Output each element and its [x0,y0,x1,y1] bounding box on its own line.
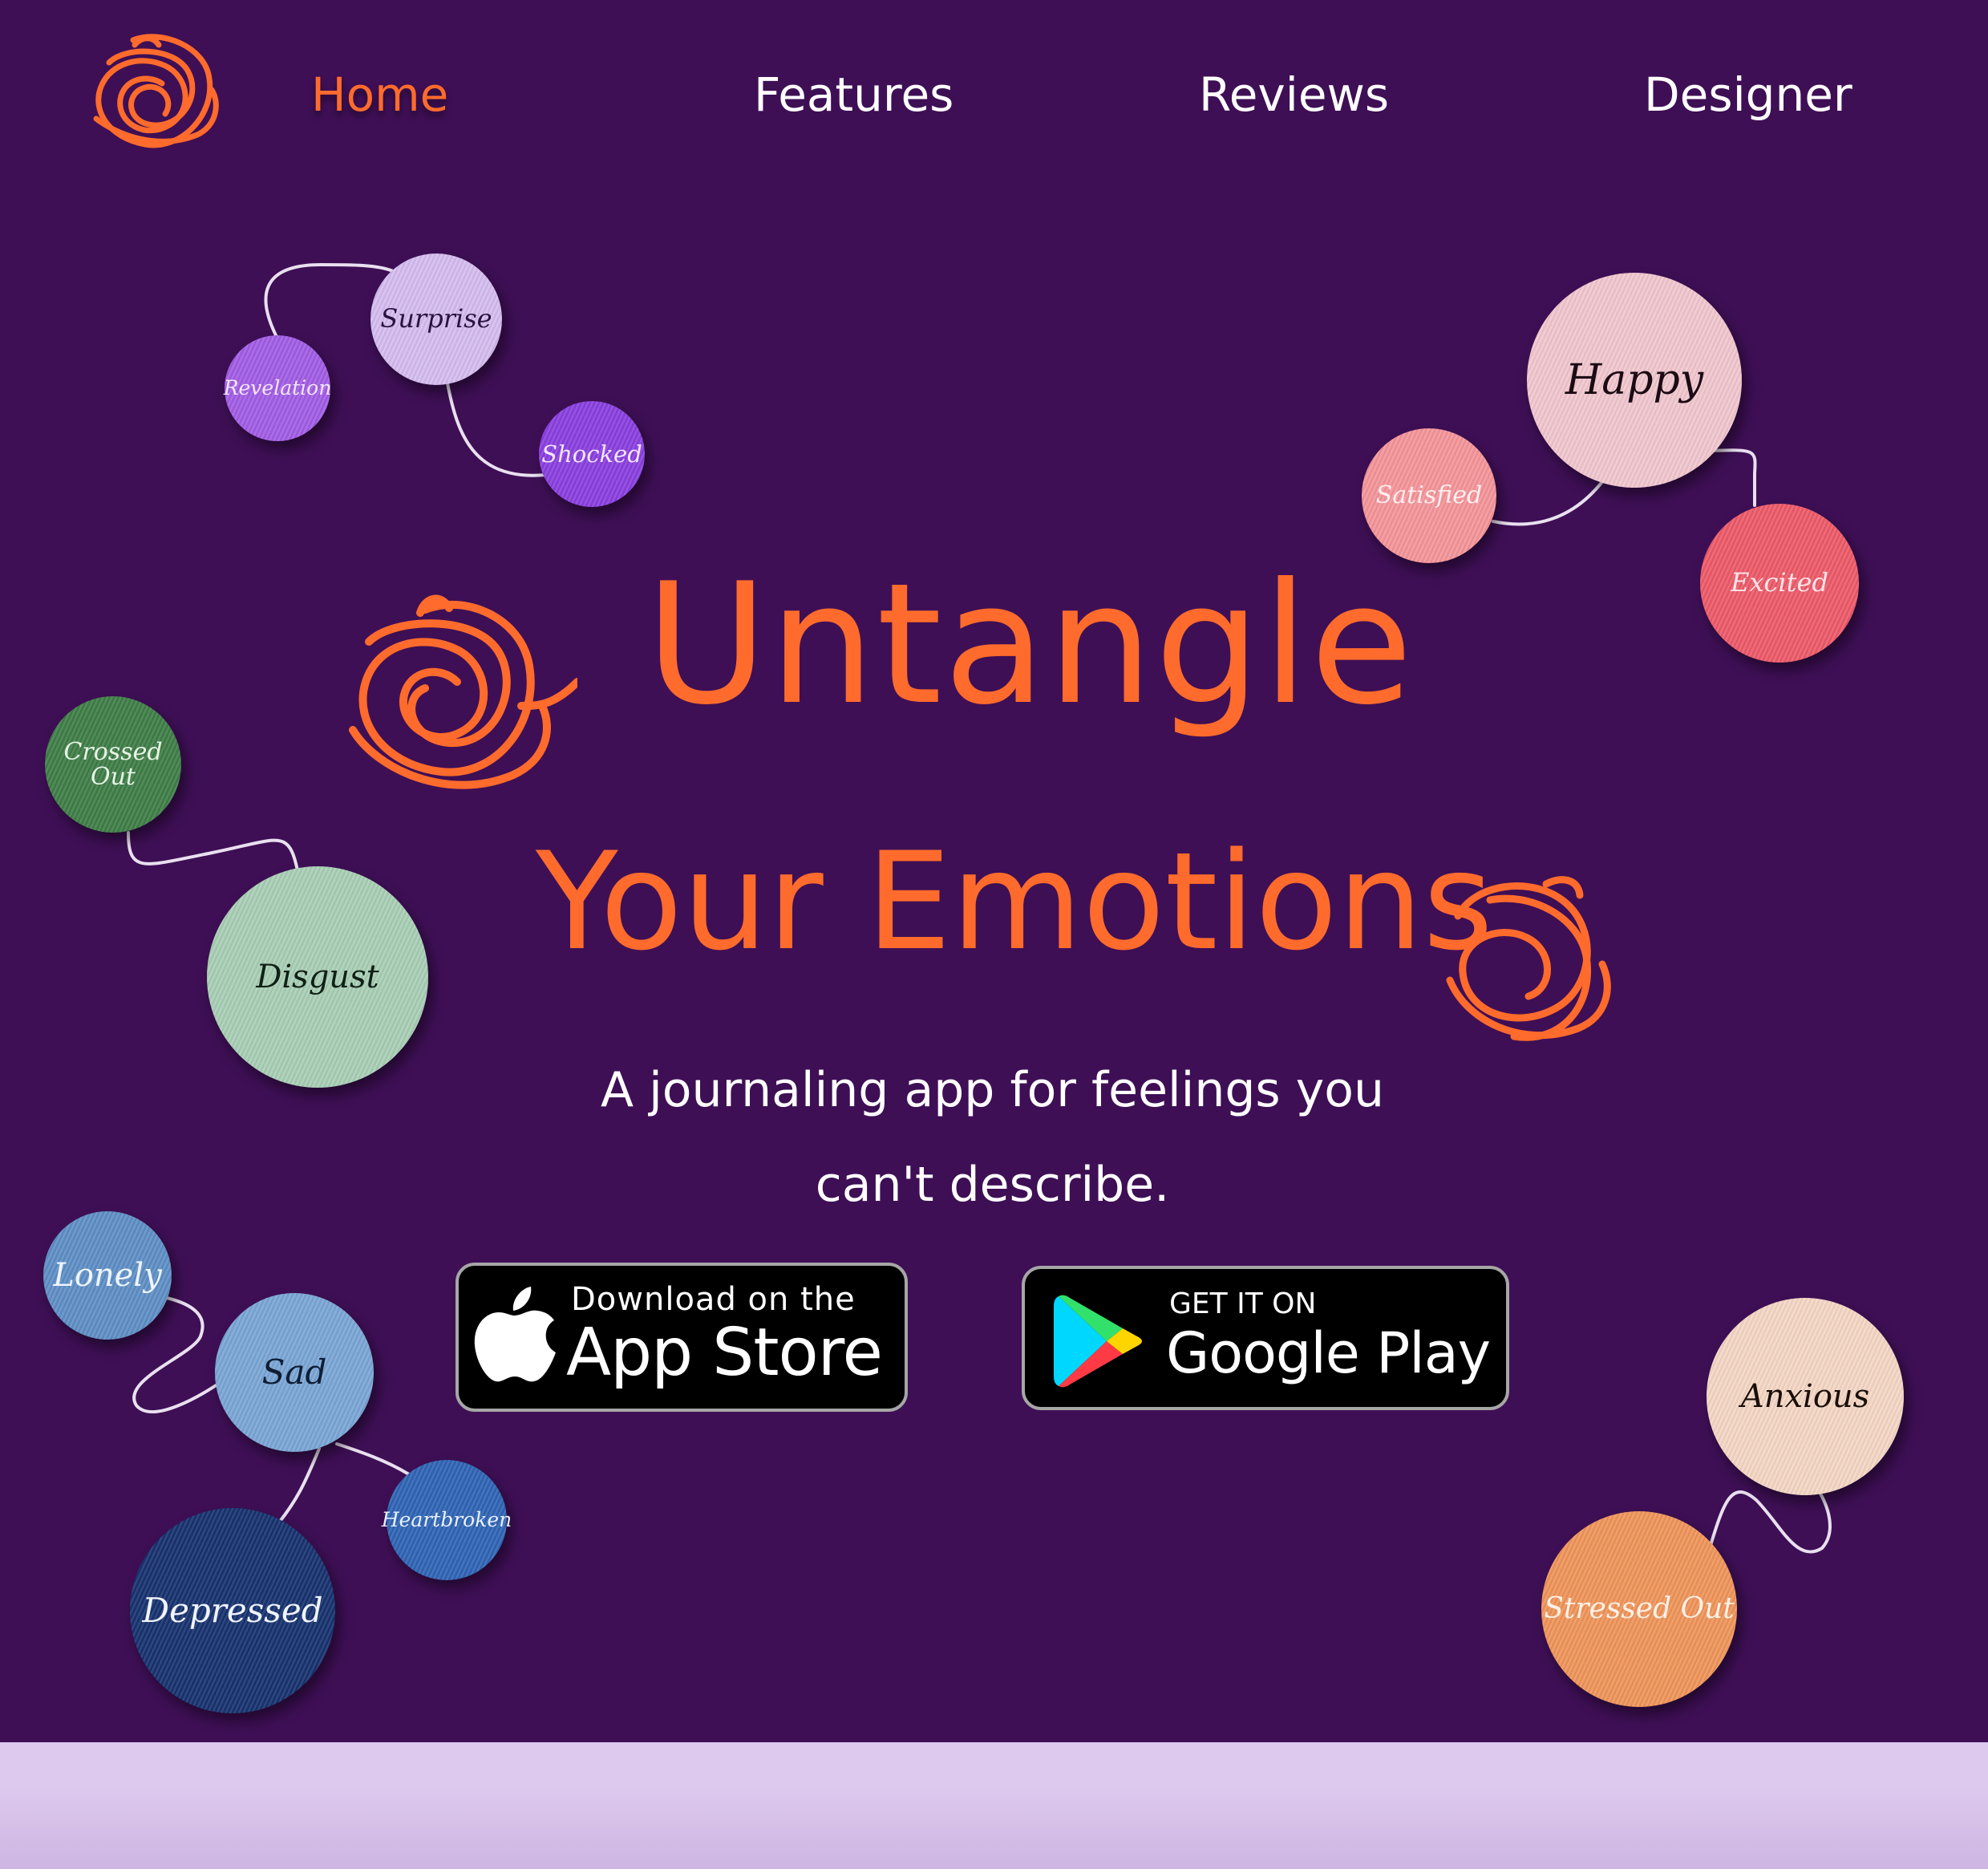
emotion-label: Heartbroken [381,1507,512,1531]
emotion-bubble-happy: Happy [1527,273,1742,488]
nav-home-link[interactable]: Home [311,63,448,127]
emotion-bubble-disgust: Disgust [207,866,428,1088]
emotion-bubble-excited: Excited [1700,504,1859,663]
connector-happy-excited [1707,448,1757,507]
emotion-bubble-sad: Sad [215,1293,374,1452]
emotion-bubble-crossed-out: Crossed Out [45,696,181,833]
emotion-bubble-surprise: Surprise [370,253,502,385]
connector-surprise-shocked [446,382,547,477]
tangle-logo-icon[interactable] [85,30,221,157]
app-store-caption: Download on the [571,1281,856,1318]
connector-sad-heartbroken [335,1442,411,1476]
nav-designer-link[interactable]: Designer [1644,63,1852,127]
emotion-bubble-shocked: Shocked [539,401,645,507]
connector-crossed-disgust [127,831,300,876]
emotion-label: Stressed Out [1544,1592,1735,1626]
tagline: A journaling app for feelings you can't … [561,1043,1423,1232]
tangle-scribble-icon [349,594,577,789]
app-store-badge[interactable]: Download on the App Store [455,1263,908,1412]
emotion-label: Happy [1565,355,1704,404]
next-section-band [0,1742,1988,1869]
emotion-label: Shocked [541,440,642,468]
emotion-label: Anxious [1740,1378,1870,1415]
emotion-bubble-revelation: Revelation [223,335,332,441]
emotion-bubble-satisfied: Satisfied [1362,428,1496,563]
emotion-label: Lonely [53,1257,162,1294]
emotion-bubble-depressed: Depressed [130,1508,335,1713]
emotion-bubble-stressed-out: Stressed Out [1541,1511,1737,1707]
emotion-label: Excited [1731,567,1828,598]
headline-line-1: Untangle [646,548,1415,742]
app-store-title: App Store [566,1315,883,1391]
google-play-title: Google Play [1166,1320,1491,1386]
emotion-label: Surprise [380,303,492,334]
emotion-bubble-heartbroken: Heartbroken [382,1460,512,1580]
connector-anxious-stressed [1708,1490,1832,1554]
emotion-label: Crossed Out [63,737,163,791]
headline-line-2: Your Emotions [536,823,1493,980]
emotion-label: Satisfied [1375,481,1483,510]
apple-icon [474,1287,556,1382]
nav-reviews-link[interactable]: Reviews [1199,63,1389,127]
emotion-label: Revelation [223,375,332,399]
emotion-label: Depressed [142,1590,323,1630]
tagline-line-1: A journaling app for feelings you [600,1062,1385,1118]
tagline-line-2: can't describe. [815,1157,1170,1213]
google-play-icon [1054,1295,1142,1388]
emotion-label: Sad [261,1352,327,1392]
connector-sad-depressed [277,1447,321,1524]
google-play-caption: GET IT ON [1169,1287,1317,1320]
hero-section: Home Features Reviews Designer Surprise … [0,0,1988,1742]
google-play-badge[interactable]: GET IT ON Google Play [1022,1266,1509,1410]
emotion-bubble-anxious: Anxious [1707,1298,1904,1495]
emotion-label: Disgust [256,959,379,995]
emotion-bubble-lonely: Lonely [43,1211,172,1340]
nav-features-link[interactable]: Features [754,63,954,127]
connector-happy-satisfied [1492,478,1605,526]
